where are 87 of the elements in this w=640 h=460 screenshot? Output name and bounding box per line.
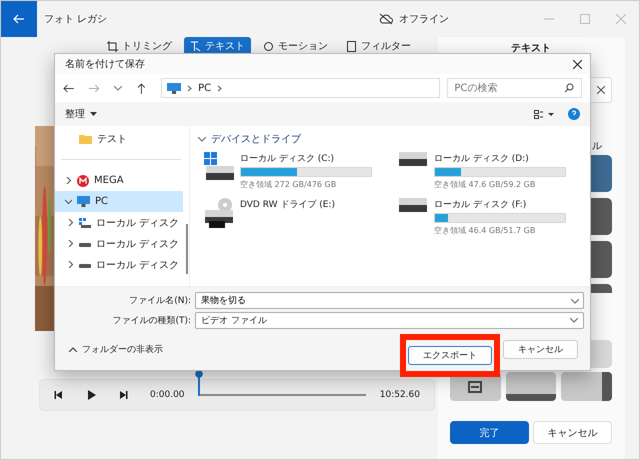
chevron-right-icon[interactable] [217,84,222,92]
drive-name[interactable]: ローカル ディスク (D:) [434,152,588,165]
address-bar[interactable]: PC [161,78,440,98]
chevron-down-icon[interactable] [65,198,72,205]
free-space-text: 空き領域 46.4 GB/51.7 GB [434,225,536,236]
drive-name[interactable]: DVD RW ドライブ (E:) [240,198,394,211]
export-button[interactable]: エクスポート [408,346,492,365]
nav-label: MEGA [94,175,124,186]
chevron-down-icon[interactable] [570,318,578,323]
group-header: デバイスとドライブ [211,132,301,146]
drive-icon[interactable] [398,152,428,168]
nav-item[interactable]: ローカル ディスク [55,212,183,233]
chevron-right-icon[interactable] [65,177,72,184]
previous-frame-icon[interactable] [54,390,64,400]
window-title: フォト レガシ [44,13,108,26]
chevron-right-icon[interactable] [67,240,74,247]
search-field[interactable]: PCの検索 [447,78,582,98]
breadcrumb[interactable]: PC [198,82,212,94]
hide-folders-button[interactable]: フォルダーの非表示 [63,342,169,357]
m-logo-icon [77,174,89,186]
chevron-right-icon[interactable] [67,219,74,226]
nav-item[interactable]: ローカル ディスク [55,233,183,254]
scrollbar[interactable] [186,224,188,274]
filename-field[interactable]: 果物を切る [195,292,584,309]
free-space-text: 空き領域 47.6 GB/59.2 GB [434,179,536,190]
side-bar [602,372,612,401]
cloud-off-icon [379,13,394,25]
nav-label: ローカル ディスク [96,238,180,250]
system-drive-icon[interactable] [204,152,234,182]
cancel-button[interactable]: キャンセル [533,421,612,444]
next-frame-icon[interactable] [118,390,128,400]
editor-tab[interactable]: フィルター [340,37,417,55]
dvd-drive-icon[interactable] [204,198,234,228]
done-button[interactable]: 完了 [450,421,529,444]
monitor-icon [167,82,182,94]
folder-icon [79,134,92,144]
free-space-text: 空き領域 272 GB/476 GB [240,179,338,190]
crop-icon [107,40,118,52]
chevron-down-icon[interactable] [114,86,122,90]
close-icon[interactable] [573,60,582,68]
file-type-dropdown[interactable]: ビデオ ファイル [195,312,584,329]
panel-title: テキスト [511,42,551,55]
clear-icon[interactable] [597,86,605,94]
nav-item[interactable]: PC [55,191,183,212]
editor-tab[interactable]: モーション [257,37,334,55]
nav-label: ローカル ディスク [96,258,180,272]
section-label: ル [592,140,603,153]
caret-icon [90,112,97,116]
nav-item[interactable]: ローカル ディスク [55,254,183,275]
motion-icon [263,40,274,52]
dialog-title: 名前を付けて保存 [65,58,145,71]
drive-name[interactable]: ローカル ディスク (F:) [434,198,588,211]
end-time: 10:52.60 [380,390,420,400]
up-icon[interactable] [137,82,146,94]
nav-item[interactable]: テスト [55,128,183,149]
nav-label: ローカル ディスク [96,216,180,230]
cancel-button[interactable]: キャンセル [503,340,578,359]
playhead[interactable] [194,370,203,396]
editor-tab[interactable]: トリミング [101,37,178,55]
back-icon[interactable] [63,84,74,92]
chevron-down-icon[interactable] [571,299,579,304]
organize-menu[interactable]: 整理 [61,105,101,123]
chevron-right-icon[interactable] [67,261,74,268]
monitor-icon [77,196,90,207]
back-arrow-icon [13,14,25,24]
current-time: 0:00.00 [150,390,185,400]
system-drive-icon [79,218,91,228]
caption-bar [506,394,556,401]
layout-option[interactable] [506,372,556,401]
layout-option[interactable] [561,372,612,401]
chevron-down-icon[interactable] [198,136,206,142]
nav-label: テスト [97,132,127,146]
nav-item[interactable]: MEGA [55,170,183,191]
drive-icon[interactable] [398,198,428,214]
chevron-right-icon[interactable] [187,84,192,92]
field-label: ファイルの種類(T): [111,314,192,327]
chevron-up-icon [69,347,77,352]
filter-icon [346,40,357,52]
play-icon[interactable] [86,390,96,400]
text-box-icon [468,380,482,392]
search-icon[interactable] [564,83,574,93]
help-icon[interactable] [568,108,580,120]
field-label: ファイル名(N): [128,294,192,307]
view-options-icon[interactable] [534,110,554,118]
status-text: オフライン [399,13,450,26]
drive-name[interactable]: ローカル ディスク (C:) [240,152,394,165]
nav-label: PC [95,196,108,207]
